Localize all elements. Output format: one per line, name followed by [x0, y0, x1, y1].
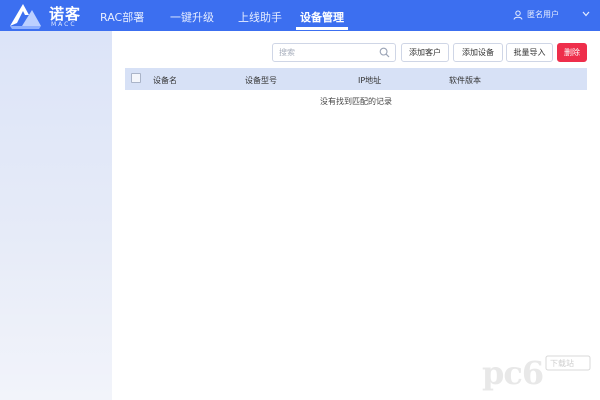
logo-mark-icon	[10, 4, 41, 29]
brand-logo[interactable]: 诺客 MACC	[8, 1, 88, 31]
watermark-text: pc6	[482, 354, 544, 392]
sidebar	[0, 31, 112, 400]
watermark-badge: 下载站	[550, 359, 574, 368]
search-input[interactable]	[279, 46, 375, 59]
add-device-button[interactable]: 添加设备	[453, 43, 503, 62]
search-icon[interactable]	[379, 47, 390, 58]
add-customer-button[interactable]: 添加客户	[401, 43, 449, 62]
delete-button[interactable]: 删除	[557, 43, 587, 62]
logo-subtitle: MACC	[51, 21, 77, 28]
nav-device-management[interactable]: 设备管理	[300, 9, 344, 25]
column-header-ip-address[interactable]: IP地址	[358, 75, 381, 86]
search-box[interactable]	[272, 43, 396, 62]
nav-one-click-upgrade[interactable]: 一键升级	[170, 9, 214, 25]
column-header-device-name[interactable]: 设备名	[153, 75, 177, 86]
column-header-software-version[interactable]: 软件版本	[449, 75, 481, 86]
bulk-import-button[interactable]: 批量导入	[506, 43, 553, 62]
table-header: 设备名 设备型号 IP地址 软件版本	[125, 68, 587, 90]
pc6-watermark: pc6 下载站	[482, 350, 592, 394]
active-nav-indicator	[296, 27, 348, 30]
nav-online-assistant[interactable]: 上线助手	[238, 9, 282, 25]
top-navigation-bar: 诺客 MACC RAC部署 一键升级 上线助手 设备管理 匿名用户	[0, 0, 600, 31]
select-all-checkbox[interactable]	[131, 73, 141, 83]
nav-rac-deploy[interactable]: RAC部署	[100, 9, 144, 25]
empty-table-message: 没有找到匹配的记录	[320, 97, 392, 106]
column-header-device-model[interactable]: 设备型号	[245, 75, 277, 86]
user-name: 匿名用户	[527, 10, 559, 19]
user-icon	[513, 10, 523, 20]
chevron-down-icon[interactable]	[582, 11, 590, 17]
